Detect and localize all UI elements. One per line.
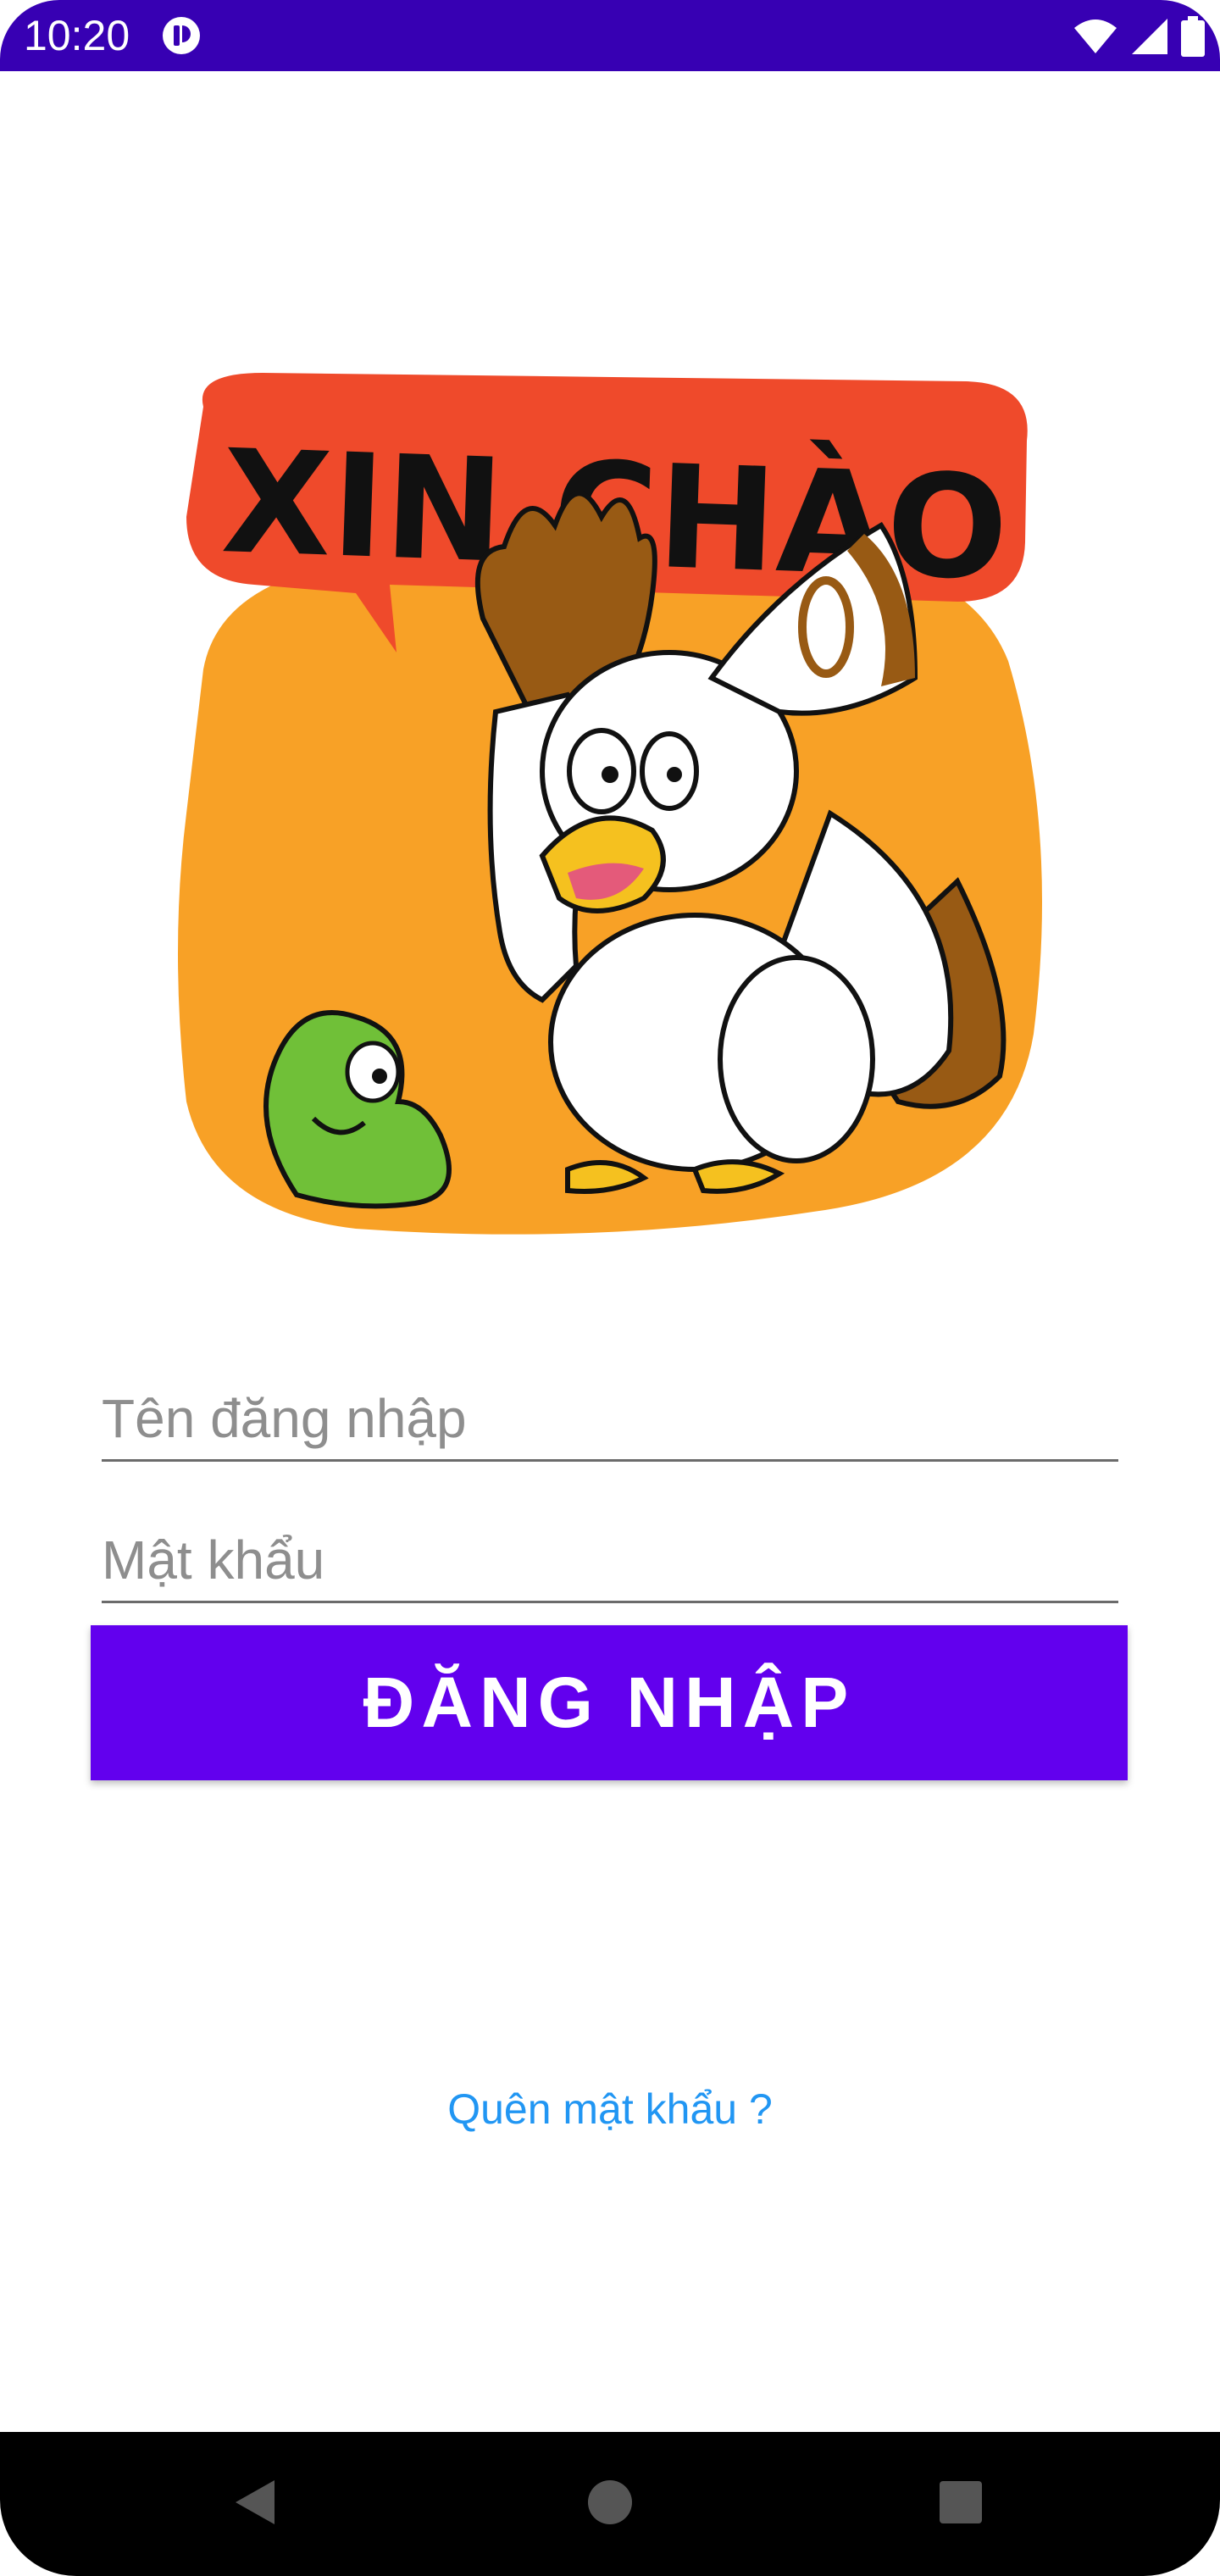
chicken-eye-left bbox=[567, 728, 636, 814]
back-icon bbox=[230, 2477, 278, 2532]
chicken-pupil-left bbox=[602, 766, 618, 783]
navigation-bar bbox=[0, 2432, 1220, 2576]
home-button[interactable] bbox=[576, 2470, 644, 2538]
login-screen: 10:20 XIN CHÀO Tên đăng nhập ĐĂNG NHẬP Q… bbox=[0, 0, 1220, 2576]
back-button[interactable] bbox=[220, 2470, 288, 2538]
status-bar: 10:20 bbox=[0, 0, 1220, 71]
password-input[interactable] bbox=[102, 1519, 1118, 1601]
signal-icon bbox=[1130, 17, 1169, 56]
welcome-illustration: XIN CHÀO bbox=[169, 356, 1051, 1254]
status-time: 10:20 bbox=[24, 12, 130, 59]
worm-eye bbox=[345, 1041, 401, 1103]
recents-button[interactable] bbox=[927, 2470, 995, 2538]
password-field bbox=[102, 1519, 1118, 1603]
login-button-label: ĐĂNG NHẬP bbox=[363, 1663, 856, 1742]
app-notification-icon bbox=[161, 15, 202, 56]
username-field bbox=[102, 1378, 1118, 1462]
welcome-illustration-svg: XIN CHÀO bbox=[178, 373, 1042, 1235]
login-button[interactable]: ĐĂNG NHẬP bbox=[91, 1625, 1128, 1780]
forgot-password-link[interactable]: Quên mật khẩu ? bbox=[0, 2085, 1220, 2134]
worm-pupil bbox=[372, 1069, 387, 1084]
home-icon bbox=[586, 2479, 634, 2530]
chicken-belly bbox=[718, 955, 875, 1163]
recents-icon bbox=[938, 2479, 984, 2529]
username-input[interactable] bbox=[102, 1378, 1118, 1459]
chicken-pupil-right bbox=[667, 767, 682, 782]
wifi-icon bbox=[1073, 18, 1118, 55]
battery-icon bbox=[1181, 16, 1205, 57]
status-icons bbox=[1073, 15, 1205, 58]
